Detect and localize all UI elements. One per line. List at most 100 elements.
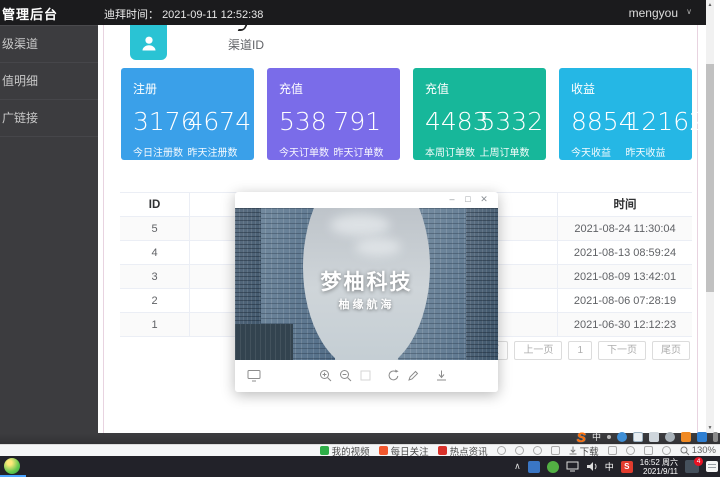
sidebar-item-channel[interactable]: 级渠道 — [0, 26, 98, 63]
stat-value: 5332 — [480, 107, 535, 137]
cell-id: 3 — [120, 265, 190, 288]
stat-label: 昨天订单数 — [334, 144, 389, 159]
dot-icon[interactable] — [607, 435, 611, 439]
clock-time: 16:52 周六 — [640, 458, 678, 467]
tray-app-icon[interactable] — [528, 461, 540, 473]
rotate-icon[interactable] — [387, 369, 400, 387]
stat-value: 3176 — [133, 107, 188, 137]
dubai-time: 迪拜时间： 2021-09-11 12:52:38 — [104, 6, 263, 22]
input-language-indicator[interactable]: 中 — [605, 460, 614, 473]
gift-icon[interactable] — [497, 446, 506, 455]
stat-label: 今天订单数 — [279, 144, 334, 159]
sidebar-item-link[interactable]: 广链接 — [0, 100, 98, 137]
chevron-down-icon[interactable]: ∨ — [686, 7, 692, 16]
tray-green-icon[interactable] — [547, 461, 559, 473]
flame-icon — [379, 446, 388, 455]
download-icon[interactable] — [435, 369, 448, 387]
cloud — [330, 214, 390, 236]
rocket-icon[interactable] — [551, 446, 560, 455]
zoom-in-icon[interactable] — [319, 369, 332, 387]
emoji-icon[interactable] — [617, 432, 627, 442]
cell-time: 2021-06-30 12:12:23 — [557, 313, 692, 336]
maximize-icon[interactable]: □ — [462, 194, 474, 204]
column-header-id: ID — [120, 193, 190, 216]
browser-bottom-bar: 我的视频 每日关注 热点资讯 下载 130% — [0, 444, 720, 456]
page-next-button[interactable]: 下一页 — [598, 341, 646, 360]
cell-id: 2 — [120, 289, 190, 312]
minimize-icon[interactable]: – — [446, 194, 458, 204]
action-center-icon[interactable] — [706, 461, 718, 472]
screenshot-icon[interactable] — [649, 432, 659, 442]
grid-menu-icon[interactable] — [697, 432, 707, 442]
edit-pencil-icon[interactable] — [407, 369, 420, 387]
collapse-icon[interactable] — [713, 432, 718, 442]
clock-icon[interactable] — [515, 446, 524, 455]
image-overlay-subtitle: 柚缘航海 — [235, 296, 498, 312]
image-preview-window: – □ ✕ 梦柚科技 柚缘航海 — [235, 192, 498, 392]
download-arrow-icon — [569, 446, 577, 455]
cell-id: 4 — [120, 241, 190, 264]
input-language-indicator[interactable]: 中 — [592, 430, 601, 443]
preview-image: 梦柚科技 柚缘航海 — [235, 208, 498, 360]
window-icon[interactable] — [644, 446, 653, 455]
stat-value: 12162 — [626, 107, 681, 137]
original-size-icon[interactable] — [359, 369, 372, 387]
sidebar: 级渠道 值明细 广链接 — [0, 25, 98, 433]
person-settings-icon[interactable] — [665, 432, 675, 442]
tray-expand-icon[interactable]: ∧ — [514, 461, 521, 472]
taskbar-app-icon[interactable] — [4, 458, 20, 474]
clock-date: 2021/9/11 — [640, 467, 678, 476]
stat-label: 本周订单数 — [425, 144, 480, 159]
video-icon — [320, 446, 329, 455]
stat-value: 538 — [279, 107, 334, 137]
card-title: 充值 — [425, 80, 534, 97]
preview-titlebar: – □ ✕ — [235, 192, 498, 208]
window-bottom-strip: S 中 — [0, 433, 720, 444]
cell-time: 2021-08-24 11:30:04 — [557, 217, 692, 240]
taskbar-clock[interactable]: 16:52 周六 2021/9/11 — [640, 458, 678, 476]
scrollbar-thumb[interactable] — [706, 64, 714, 292]
dubai-time-label: 迪拜时间： — [104, 9, 159, 21]
stat-label: 上周订单数 — [480, 144, 535, 159]
stat-label: 昨天注册数 — [188, 144, 243, 159]
column-header-time: 时间 — [557, 193, 692, 216]
close-icon[interactable]: ✕ — [478, 194, 490, 205]
stat-card-revenue: 收益 8854 今天收益 12162 昨天收益 — [559, 68, 692, 160]
stat-label: 昨天收益 — [626, 144, 681, 159]
sogou-logo-icon[interactable]: S — [577, 430, 586, 444]
scrollbar-track[interactable]: ▲ ▼ — [706, 0, 714, 433]
stat-value: 791 — [334, 107, 389, 137]
person-icon — [139, 33, 159, 53]
shop-icon[interactable] — [681, 432, 691, 442]
notification-icon[interactable]: 4 — [685, 460, 699, 473]
page-prev-button[interactable]: 上一页 — [514, 341, 562, 360]
network-icon[interactable] — [566, 461, 579, 472]
refresh-icon[interactable] — [626, 446, 635, 455]
page-zoom-control[interactable]: 130% — [680, 445, 716, 456]
zoom-out-icon[interactable] — [339, 369, 352, 387]
cell-time: 2021-08-06 07:28:19 — [557, 289, 692, 312]
stat-label: 今天收益 — [571, 144, 626, 159]
printer-icon[interactable] — [608, 446, 617, 455]
zoom-level: 130% — [692, 445, 716, 456]
preview-toolbar — [235, 360, 498, 392]
page-number-button[interactable]: 1 — [568, 341, 592, 360]
microphone-icon[interactable] — [633, 432, 643, 442]
stat-value: 4483 — [425, 107, 480, 137]
sogou-tray-icon[interactable]: S — [621, 461, 633, 473]
volume-icon[interactable] — [586, 461, 598, 472]
card-title: 注册 — [133, 80, 242, 97]
card-title: 收益 — [571, 80, 680, 97]
heart-icon[interactable] — [533, 446, 542, 455]
user-menu[interactable]: mengyou — [629, 6, 678, 20]
display-icon[interactable] — [247, 369, 261, 387]
dubai-time-value: 2021-09-11 12:52:38 — [162, 9, 263, 21]
sidebar-item-detail[interactable]: 值明细 — [0, 63, 98, 100]
speaker-icon[interactable] — [662, 446, 671, 455]
app-title: 管理后台 — [2, 4, 58, 23]
scroll-up-arrow-icon[interactable]: ▲ — [706, 0, 714, 10]
page-last-button[interactable]: 尾页 — [652, 341, 690, 360]
stat-value: 4674 — [188, 107, 243, 137]
stat-label: 今日注册数 — [133, 144, 188, 159]
windows-taskbar: ∧ 中 S 16:52 周六 2021/9/11 4 — [0, 456, 720, 477]
